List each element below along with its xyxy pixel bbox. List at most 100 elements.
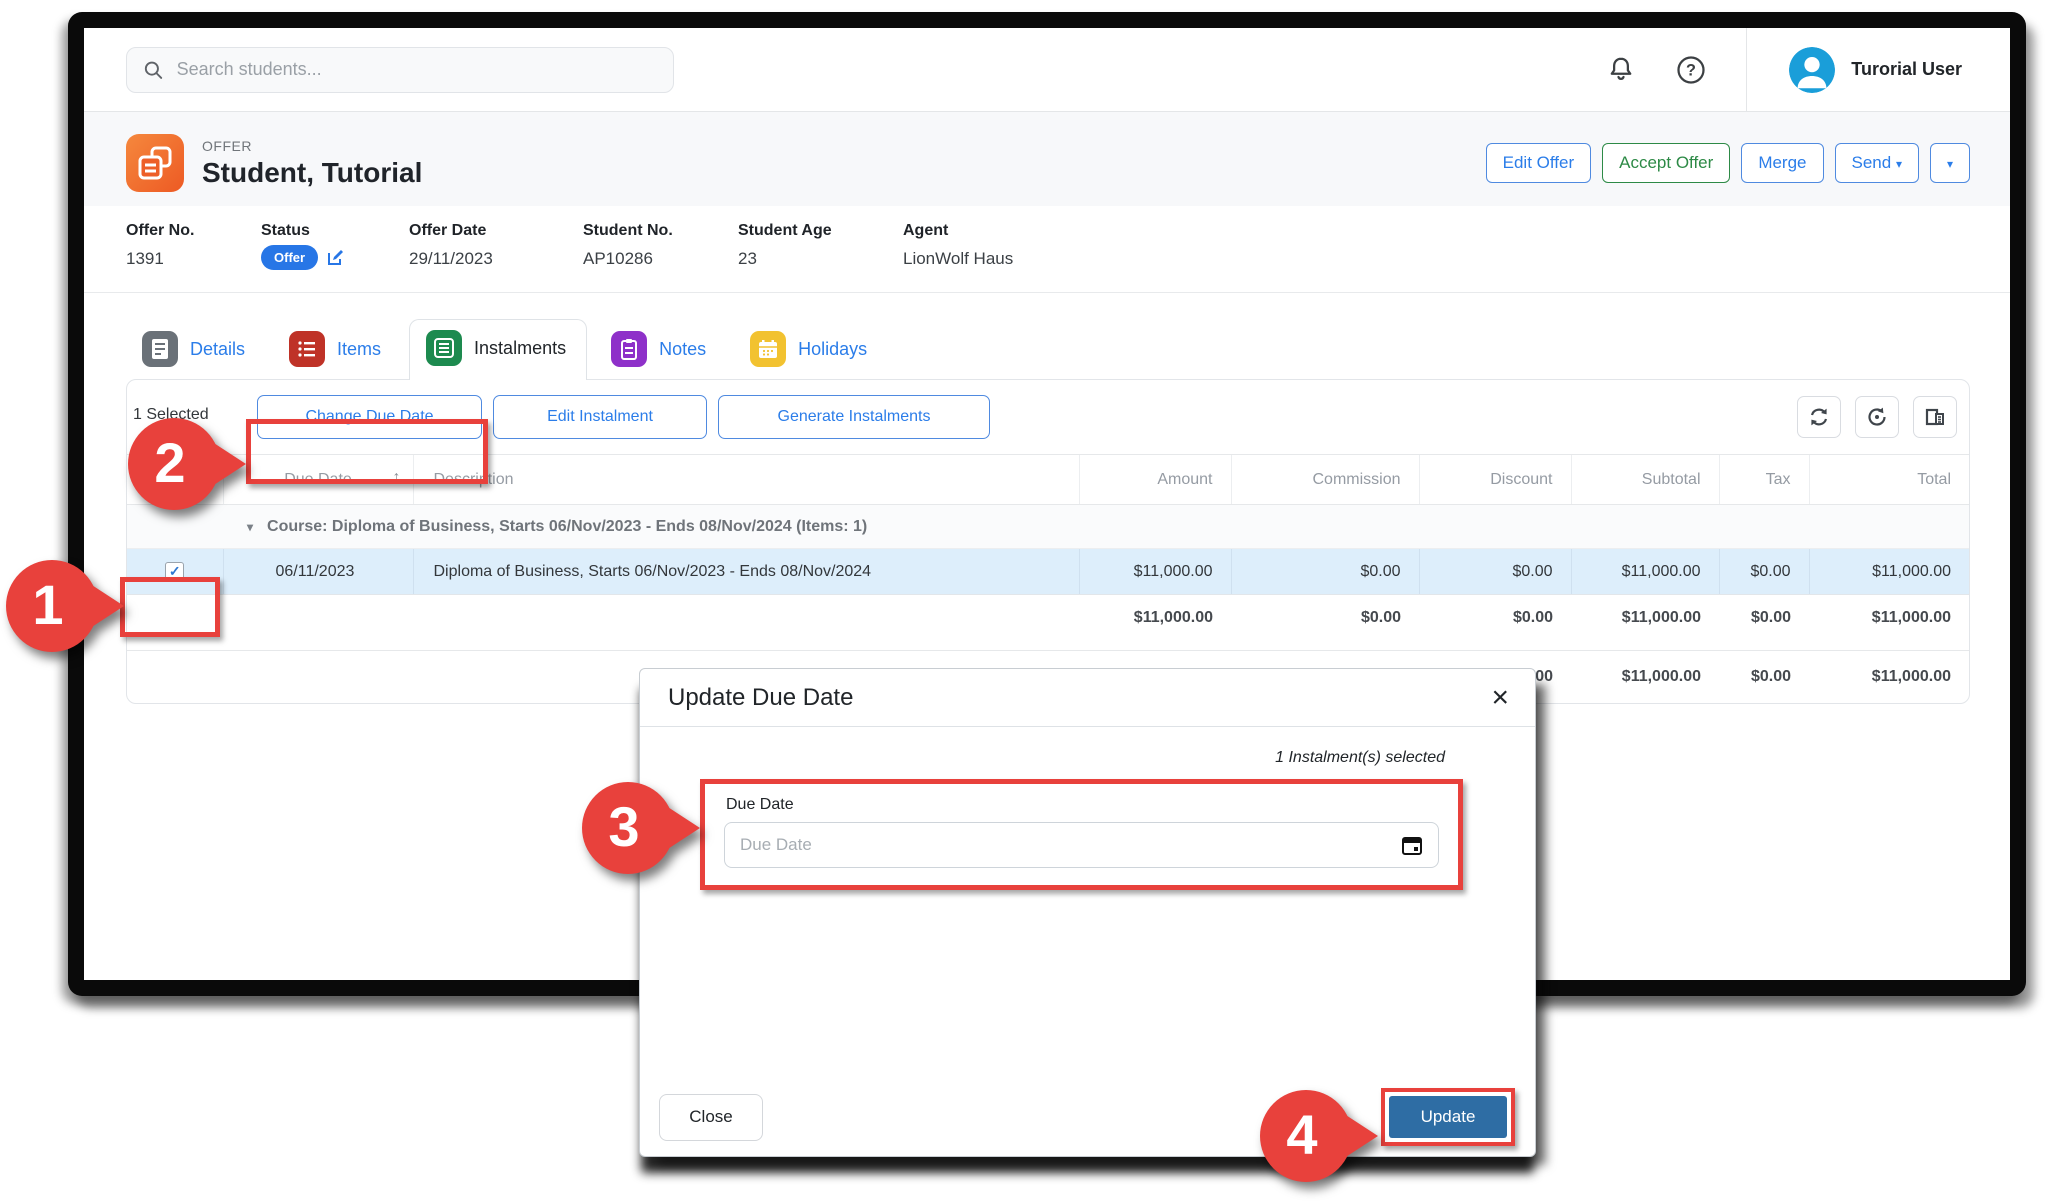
offer-no-label: Offer No. bbox=[126, 222, 261, 240]
instalments-list-icon bbox=[426, 330, 462, 366]
total-total: $11,000.00 bbox=[1809, 651, 1969, 703]
subtotal-total: $11,000.00 bbox=[1809, 595, 1969, 641]
dialog-body: 1 Instalment(s) selected Due Date bbox=[640, 727, 1535, 890]
dialog-header: Update Due Date × bbox=[640, 669, 1535, 727]
dialog-title: Update Due Date bbox=[668, 684, 853, 712]
update-due-date-dialog: Update Due Date × 1 Instalment(s) select… bbox=[639, 668, 1536, 1157]
dialog-close-icon[interactable]: × bbox=[1491, 686, 1509, 710]
page-title: Student, Tutorial bbox=[202, 157, 422, 189]
search-icon bbox=[143, 59, 164, 81]
merge-button[interactable]: Merge bbox=[1741, 143, 1823, 183]
edit-offer-button[interactable]: Edit Offer bbox=[1486, 143, 1592, 183]
total-subtotal: $11,000.00 bbox=[1571, 651, 1719, 703]
col-total[interactable]: Total bbox=[1917, 471, 1951, 488]
tab-holidays[interactable]: Holidays bbox=[734, 321, 887, 379]
due-date-field-label: Due Date bbox=[726, 796, 1439, 814]
refresh-icon bbox=[1807, 405, 1831, 429]
callout-3: 3 bbox=[582, 778, 700, 878]
user-avatar[interactable] bbox=[1789, 47, 1835, 93]
student-no-link[interactable]: AP10286 bbox=[583, 249, 738, 269]
history-button[interactable] bbox=[1855, 396, 1899, 438]
accept-offer-button[interactable]: Accept Offer bbox=[1602, 143, 1730, 183]
cell-discount: $0.00 bbox=[1419, 549, 1571, 595]
tab-items-label: Items bbox=[337, 339, 381, 360]
student-age-label: Student Age bbox=[738, 222, 903, 240]
tab-instalments[interactable]: Instalments bbox=[409, 319, 587, 380]
callout-1: 1 bbox=[6, 556, 124, 656]
search-box[interactable] bbox=[126, 47, 674, 93]
calendar-icon[interactable] bbox=[1401, 834, 1423, 856]
copy-icon bbox=[1923, 405, 1947, 429]
send-button[interactable]: Send ▾ bbox=[1835, 143, 1919, 183]
tab-notes-label: Notes bbox=[659, 339, 706, 360]
col-subtotal[interactable]: Subtotal bbox=[1642, 471, 1701, 488]
copy-columns-button[interactable] bbox=[1913, 396, 1957, 438]
offer-date-value: 29/11/2023 bbox=[409, 249, 583, 269]
items-list-icon bbox=[289, 331, 325, 367]
col-amount[interactable]: Amount bbox=[1157, 471, 1212, 488]
tab-bar: Details Items Instalments bbox=[84, 319, 2010, 379]
offer-kicker: OFFER bbox=[202, 138, 422, 154]
subtotal-subtotal: $11,000.00 bbox=[1571, 595, 1719, 641]
col-discount[interactable]: Discount bbox=[1490, 471, 1552, 488]
tab-items[interactable]: Items bbox=[273, 321, 401, 379]
cell-commission: $0.00 bbox=[1231, 549, 1419, 595]
search-input[interactable] bbox=[177, 59, 657, 80]
screenshot-canvas: ? Turorial User bbox=[0, 0, 2047, 1202]
group-collapse-icon[interactable]: ▾ bbox=[247, 520, 253, 534]
col-commission[interactable]: Commission bbox=[1312, 471, 1400, 488]
cell-description: Diploma of Business, Starts 06/Nov/2023 … bbox=[413, 549, 1079, 595]
offer-no-value: 1391 bbox=[126, 249, 261, 269]
group-subtotal-row: $11,000.00 $0.00 $0.00 $11,000.00 $0.00 … bbox=[127, 595, 1969, 641]
svg-text:2: 2 bbox=[154, 431, 185, 494]
student-no-field: Student No. AP10286 bbox=[583, 222, 738, 270]
offer-icon bbox=[126, 134, 184, 192]
details-document-icon bbox=[142, 331, 178, 367]
more-actions-button[interactable]: ▾ bbox=[1930, 143, 1970, 183]
instalments-table: ✓ Due Date ↑ Description Amount Commissi… bbox=[127, 454, 1969, 703]
cell-due-date: 06/11/2023 bbox=[223, 549, 413, 595]
send-label: Send bbox=[1852, 153, 1892, 172]
spacer-row bbox=[127, 641, 1969, 651]
topbar-right: ? Turorial User bbox=[1566, 28, 1970, 112]
tab-instalments-label: Instalments bbox=[474, 338, 566, 359]
cell-total: $11,000.00 bbox=[1809, 549, 1969, 595]
subtotal-commission: $0.00 bbox=[1231, 595, 1419, 641]
offer-no-field: Offer No. 1391 bbox=[126, 222, 261, 270]
close-button[interactable]: Close bbox=[659, 1094, 763, 1141]
tab-notes[interactable]: Notes bbox=[595, 321, 726, 379]
agent-link[interactable]: LionWolf Haus bbox=[903, 249, 1013, 269]
instalment-row[interactable]: ✓ 06/11/2023 Diploma of Business, Starts… bbox=[127, 549, 1969, 595]
update-button[interactable]: Update bbox=[1389, 1096, 1507, 1138]
svg-text:1: 1 bbox=[32, 573, 63, 636]
svg-text:3: 3 bbox=[608, 795, 639, 858]
topbar: ? Turorial User bbox=[84, 28, 2010, 112]
offer-date-field: Offer Date 29/11/2023 bbox=[409, 222, 583, 270]
svg-text:4: 4 bbox=[1286, 1103, 1317, 1166]
annotation-rect-row-checkbox bbox=[120, 577, 220, 637]
notifications-bell-icon[interactable] bbox=[1606, 55, 1636, 85]
offer-actions: Edit Offer Accept Offer Merge Send ▾ ▾ bbox=[1486, 143, 1970, 183]
generate-instalments-button[interactable]: Generate Instalments bbox=[718, 395, 990, 439]
cell-subtotal: $11,000.00 bbox=[1571, 549, 1719, 595]
history-icon bbox=[1865, 405, 1889, 429]
offer-header: OFFER Student, Tutorial Edit Offer Accep… bbox=[84, 112, 2010, 206]
course-group-row[interactable]: ▾Course: Diploma of Business, Starts 06/… bbox=[127, 505, 1969, 549]
send-caret-icon: ▾ bbox=[1896, 157, 1902, 171]
subtotal-discount: $0.00 bbox=[1419, 595, 1571, 641]
due-date-input-box[interactable] bbox=[724, 822, 1439, 868]
dialog-footer: Close Update bbox=[659, 1088, 1515, 1146]
refresh-button[interactable] bbox=[1797, 396, 1841, 438]
edit-instalment-button[interactable]: Edit Instalment bbox=[493, 395, 707, 439]
status-badge: Offer bbox=[261, 245, 318, 270]
svg-text:?: ? bbox=[1686, 61, 1696, 79]
cell-tax: $0.00 bbox=[1719, 549, 1809, 595]
tab-details[interactable]: Details bbox=[126, 321, 265, 379]
help-icon[interactable]: ? bbox=[1676, 55, 1706, 85]
status-edit-icon[interactable] bbox=[326, 248, 345, 267]
col-tax[interactable]: Tax bbox=[1766, 471, 1791, 488]
due-date-input[interactable] bbox=[740, 835, 1401, 855]
tab-details-label: Details bbox=[190, 339, 245, 360]
annotation-rect-update: Update bbox=[1381, 1088, 1515, 1146]
more-caret-icon: ▾ bbox=[1947, 157, 1953, 171]
